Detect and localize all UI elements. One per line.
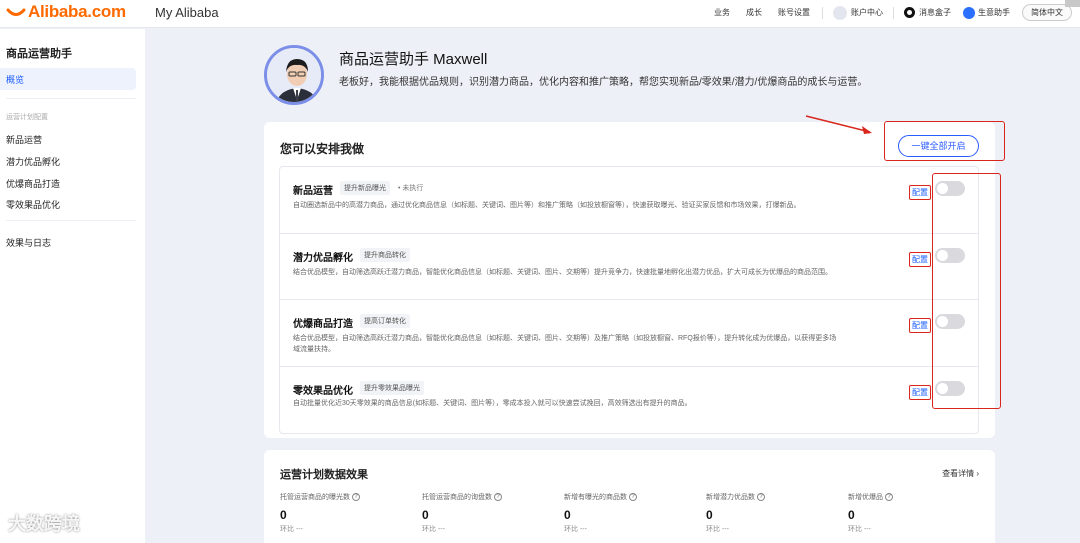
metric-new-exposed-products: 新增有曝光的商品数? 0 环比 --- — [564, 492, 704, 534]
sidebar-item-zero-effect[interactable]: 零效果品优化 — [6, 198, 60, 211]
metric-yoy-value: --- — [721, 526, 729, 533]
metric-label: 新增潜力优品数 — [706, 494, 755, 501]
task-name: 新品运营 — [293, 186, 333, 197]
config-button[interactable]: 配置 — [909, 318, 931, 333]
metric-value: 0 — [280, 508, 287, 522]
chevron-right-icon: › — [976, 469, 979, 478]
logo-text: Alibaba.com — [28, 2, 126, 21]
help-icon[interactable]: ? — [494, 493, 502, 502]
assistant-avatar — [264, 45, 324, 105]
business-assistant[interactable]: 生意助手 — [957, 6, 1016, 19]
sidebar-divider — [6, 220, 136, 221]
metric-label: 托管运营商品的询盘数 — [422, 494, 492, 501]
metric-exposure: 托管运营商品的曝光数? 0 环比 --- — [280, 492, 420, 534]
metric-value: 0 — [422, 508, 429, 522]
message-box[interactable]: 消息盒子 — [898, 7, 957, 18]
brand-title[interactable]: My Alibaba — [155, 5, 219, 20]
sidebar-title: 商品运营助手 — [6, 48, 72, 60]
metric-label: 新增有曝光的商品数 — [564, 494, 627, 501]
business-assistant-label: 生意助手 — [978, 8, 1010, 17]
alibaba-logo[interactable]: Alibaba.com — [6, 2, 126, 22]
metric-value: 0 — [706, 508, 713, 522]
metric-label: 新增优爆品 — [848, 494, 883, 501]
metric-value: 0 — [564, 508, 571, 522]
top-bar: Alibaba.com My Alibaba 业务 成长 账号设置 账户中心 消… — [0, 0, 1080, 28]
config-button[interactable]: 配置 — [909, 384, 931, 400]
metric-yoy-value: --- — [579, 526, 587, 533]
task-hot-products: 优爆商品打造 提高订单转化 结合优品模型，自动筛选高跃迁潜力商品，智能优化商品信… — [280, 300, 978, 367]
config-button[interactable]: 配置 — [909, 185, 931, 200]
divider — [893, 6, 894, 19]
corner-block — [1065, 0, 1080, 7]
page-title: 商品运营助手 Maxwell — [339, 51, 488, 68]
task-tag: 提升新品曝光 — [340, 181, 390, 195]
task-zero-effect: 零效果品优化 提升零效果品曝光 自动批量优化近30天零效果的商品信息(如标题、关… — [280, 367, 978, 434]
task-description: 自动圈选新品中的高潜力商品，通过优化商品信息（如标题、关键词、图片等）和推广策略… — [293, 202, 801, 209]
metric-new-potential: 新增潜力优品数? 0 环比 --- — [706, 492, 846, 534]
account-center-label: 账户中心 — [851, 8, 883, 17]
sidebar-item-potential-incubation[interactable]: 潜力优品孵化 — [6, 155, 60, 168]
metric-yoy-value: --- — [863, 526, 871, 533]
metric-label: 托管运营商品的曝光数 — [280, 494, 350, 501]
task-name: 潜力优品孵化 — [293, 252, 353, 264]
metric-yoy-value: --- — [295, 526, 303, 533]
task-description: 结合优品模型，自动筛选高跃迁潜力商品，智能优化商品信息（如标题、关键词、图片、交… — [293, 335, 837, 353]
message-icon — [904, 7, 915, 18]
task-status: • 未执行 — [398, 185, 424, 192]
task-potential-incubation: 潜力优品孵化 提升商品转化 结合优品模型，自动筛选高跃迁潜力商品，智能优化商品信… — [280, 234, 978, 300]
help-icon[interactable]: ? — [885, 493, 893, 502]
stats-card-title: 运营计划数据效果 — [280, 469, 368, 481]
view-details-link[interactable]: 查看详情 › — [942, 468, 979, 479]
config-button[interactable]: 配置 — [909, 251, 931, 267]
divider — [822, 6, 823, 19]
metric-inquiries: 托管运营商品的询盘数? 0 环比 --- — [422, 492, 562, 534]
assistant-icon — [963, 6, 975, 19]
task-tag: 提升商品转化 — [360, 247, 410, 262]
task-tag: 提升零效果品曝光 — [360, 380, 424, 395]
page-description: 老板好，我能根据优品规则，识别潜力商品，优化内容和推广策略，帮您实现新品/零效果… — [339, 77, 868, 88]
message-box-label: 消息盒子 — [919, 8, 951, 17]
top-nav: 业务 成长 账号设置 账户中心 消息盒子 生意助手 简体中文 — [706, 4, 1072, 21]
metric-yoy-label: 环比 — [564, 526, 578, 533]
metric-yoy-value: --- — [437, 526, 445, 533]
annotation-box-toggles — [932, 173, 1001, 409]
task-list: 新品运营 提升新品曝光 • 未执行 自动圈选新品中的高潜力商品，通过优化商品信息… — [279, 166, 979, 434]
metric-value: 0 — [848, 508, 855, 522]
nav-business[interactable]: 业务 — [706, 7, 738, 18]
metric-yoy-label: 环比 — [422, 526, 436, 533]
account-center[interactable]: 账户中心 — [827, 5, 889, 20]
metric-new-hot: 新增优爆品? 0 环比 --- — [848, 492, 988, 534]
sidebar-item-label: 概览 — [6, 75, 25, 85]
view-details-label: 查看详情 — [942, 469, 975, 478]
task-description: 结合优品模型，自动筛选高跃迁潜力商品，智能优化商品信息（如标题、关键词、图片、交… — [293, 268, 832, 276]
sidebar-item-new-products[interactable]: 新品运营 — [6, 133, 42, 146]
task-new-products: 新品运营 提升新品曝光 • 未执行 自动圈选新品中的高潜力商品，通过优化商品信息… — [280, 167, 978, 234]
sidebar: 商品运营助手 概览 运营计划配置 新品运营 潜力优品孵化 优爆商品打造 零效果品… — [0, 29, 145, 543]
sidebar-item-overview[interactable]: 概览 — [0, 68, 136, 90]
nav-account-settings[interactable]: 账号设置 — [770, 7, 818, 18]
alibaba-smile-icon — [6, 8, 26, 16]
sidebar-item-hot-products[interactable]: 优爆商品打造 — [6, 177, 60, 190]
assistant-portrait-icon — [267, 48, 321, 102]
sidebar-item-effects-logs[interactable]: 效果与日志 — [6, 236, 51, 249]
help-icon[interactable]: ? — [757, 493, 765, 502]
metric-yoy-label: 环比 — [706, 526, 720, 533]
task-tag: 提高订单转化 — [360, 314, 410, 328]
task-name: 优爆商品打造 — [293, 319, 353, 330]
tasks-card: 您可以安排我做 一键全部开启 新品运营 提升新品曝光 • 未执行 自动圈选新品中… — [264, 122, 995, 438]
account-avatar-icon — [833, 5, 847, 20]
task-name: 零效果品优化 — [293, 385, 353, 397]
metric-yoy-label: 环比 — [848, 526, 862, 533]
sidebar-divider — [6, 98, 136, 99]
help-icon[interactable]: ? — [352, 493, 360, 502]
tasks-card-title: 您可以安排我做 — [280, 142, 365, 156]
nav-growth[interactable]: 成长 — [738, 7, 770, 18]
watermark: 大数跨境 — [8, 514, 80, 534]
metric-yoy-label: 环比 — [280, 526, 294, 533]
sidebar-section-label: 运营计划配置 — [6, 114, 48, 121]
stats-card: 运营计划数据效果 查看详情 › 托管运营商品的曝光数? 0 环比 --- 托管运… — [264, 450, 995, 543]
task-description: 自动批量优化近30天零效果的商品信息(如标题、关键词、图片等），零成本投入就可以… — [293, 399, 692, 407]
help-icon[interactable]: ? — [629, 493, 637, 502]
annotation-box-enable-all — [884, 121, 1005, 161]
